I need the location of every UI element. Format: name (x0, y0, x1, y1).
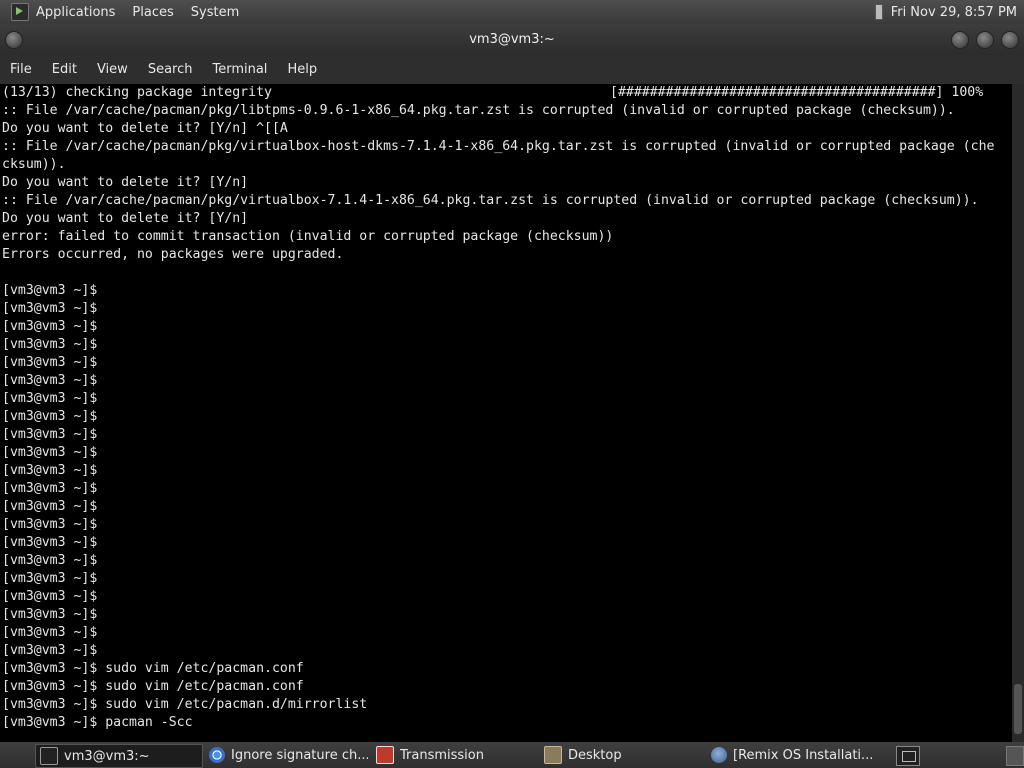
terminal-line: [vm3@vm3 ~]$ (2, 301, 98, 316)
terminal-line: error: failed to commit transaction (inv… (2, 229, 614, 244)
folder-icon (544, 746, 562, 764)
scrollbar-thumb[interactable] (1014, 684, 1022, 734)
terminal-line: :: File /var/cache/pacman/pkg/libtpms-0.… (2, 103, 955, 118)
terminal-line: [vm3@vm3 ~]$ (2, 589, 98, 604)
terminal-line: cksum)). (2, 157, 66, 172)
task-label: Desktop (568, 747, 622, 763)
chrome-icon (209, 747, 225, 763)
terminal-line: [vm3@vm3 ~]$ (2, 643, 98, 658)
terminal-line: [vm3@vm3 ~]$ (2, 535, 98, 550)
tray-indicator-icon[interactable] (874, 4, 883, 20)
terminal-line: [vm3@vm3 ~]$ (2, 571, 98, 586)
terminal-line: [vm3@vm3 ~]$ (2, 337, 98, 352)
task-label: Transmission (400, 747, 484, 763)
applications-icon[interactable] (11, 3, 29, 21)
places-menu[interactable]: Places (132, 5, 173, 20)
terminal-line: Do you want to delete it? [Y/n] (2, 211, 249, 226)
progress-bar-text: [#######################################… (610, 85, 984, 100)
terminal-line: [vm3@vm3 ~]$ (2, 463, 98, 478)
terminal-line: :: File /var/cache/pacman/pkg/virtualbox… (2, 139, 995, 154)
terminal-line: [vm3@vm3 ~]$ (2, 427, 98, 442)
menu-edit[interactable]: Edit (52, 62, 77, 77)
menu-search[interactable]: Search (148, 62, 193, 77)
menu-file[interactable]: File (10, 62, 32, 77)
workspace-switcher[interactable] (1006, 746, 1024, 766)
close-icon[interactable] (1001, 31, 1019, 49)
terminal-line: [vm3@vm3 ~]$ (2, 445, 98, 460)
terminal-line: :: File /var/cache/pacman/pkg/virtualbox… (2, 193, 979, 208)
terminal-line: [vm3@vm3 ~]$ (2, 283, 98, 298)
task-label: Ignore signature ch... (231, 747, 368, 763)
menu-bar: File Edit View Search Terminal Help (0, 55, 1024, 84)
terminal-line: [vm3@vm3 ~]$ (2, 409, 98, 424)
terminal-output[interactable]: [#######################################… (0, 84, 1012, 742)
terminal-line: [vm3@vm3 ~]$ sudo vim /etc/pacman.conf (2, 661, 304, 676)
terminal-line: [vm3@vm3 ~]$ (2, 373, 98, 388)
task-label: [Remix OS Installati... (733, 747, 874, 763)
terminal-line: [vm3@vm3 ~]$ (2, 319, 98, 334)
remix-os-icon (711, 747, 727, 763)
terminal-line: Do you want to delete it? [Y/n] (2, 175, 249, 190)
task-chrome[interactable]: Ignore signature ch... (205, 744, 368, 766)
terminal-line: [vm3@vm3 ~]$ pacman -Scc (2, 715, 193, 730)
task-remix-os[interactable]: [Remix OS Installati... (707, 744, 877, 766)
minimize-icon[interactable] (951, 31, 969, 49)
system-menu[interactable]: System (191, 5, 239, 20)
terminal-line: [vm3@vm3 ~]$ sudo vim /etc/pacman.d/mirr… (2, 697, 368, 712)
clock[interactable]: Fri Nov 29, 8:57 PM (891, 5, 1017, 20)
window-title: vm3@vm3:~ (469, 32, 555, 47)
window-titlebar[interactable]: vm3@vm3:~ (0, 24, 1024, 55)
terminal-line: [vm3@vm3 ~]$ (2, 355, 98, 370)
terminal-line: [vm3@vm3 ~]$ sudo vim /etc/pacman.conf (2, 679, 304, 694)
taskbar: vm3@vm3:~ Ignore signature ch... Transmi… (0, 742, 1024, 768)
transmission-icon (376, 746, 394, 764)
applications-menu[interactable]: Applications (36, 5, 115, 20)
terminal-line: [vm3@vm3 ~]$ (2, 625, 98, 640)
task-transmission[interactable]: Transmission (372, 744, 535, 766)
menu-terminal[interactable]: Terminal (212, 62, 267, 77)
terminal-line: Errors occurred, no packages were upgrad… (2, 247, 344, 262)
top-panel: Applications Places System Fri Nov 29, 8… (0, 0, 1024, 24)
terminal-line: [vm3@vm3 ~]$ (2, 517, 98, 532)
terminal-line: Do you want to delete it? [Y/n] ^[[A (2, 121, 288, 136)
task-label: vm3@vm3:~ (64, 748, 150, 764)
terminal-icon (40, 747, 58, 765)
menu-view[interactable]: View (97, 62, 128, 77)
terminal-scrollbar[interactable] (1012, 84, 1024, 742)
show-desktop-icon[interactable] (896, 746, 920, 766)
terminal-line: [vm3@vm3 ~]$ (2, 481, 98, 496)
terminal-line: [vm3@vm3 ~]$ (2, 553, 98, 568)
task-desktop[interactable]: Desktop (540, 744, 703, 766)
terminal-line: [vm3@vm3 ~]$ (2, 391, 98, 406)
menu-help[interactable]: Help (287, 62, 317, 77)
maximize-icon[interactable] (976, 31, 994, 49)
terminal-line: [vm3@vm3 ~]$ (2, 499, 98, 514)
task-terminal[interactable]: vm3@vm3:~ (35, 744, 203, 768)
terminal-line: [vm3@vm3 ~]$ (2, 607, 98, 622)
